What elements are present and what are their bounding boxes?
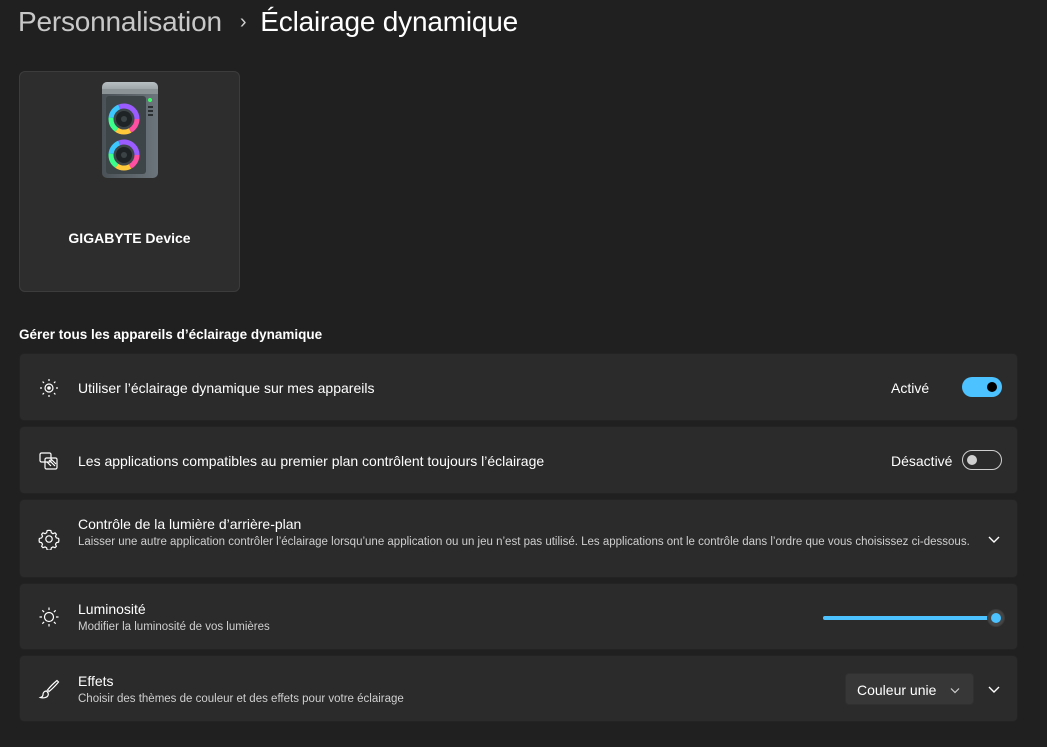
toggle-knob <box>987 382 997 392</box>
dynamic-lighting-settings-page: Personnalisation › Éclairage dynamique G… <box>0 0 1047 747</box>
effects-row[interactable]: Effets Choisir des thèmes de couleur et … <box>19 655 1018 722</box>
section-heading: Gérer tous les appareils d’éclairage dyn… <box>19 327 323 342</box>
chevron-down-icon <box>950 688 960 694</box>
page-title: Éclairage dynamique <box>260 6 518 37</box>
brightness-slider[interactable] <box>823 608 1005 628</box>
effects-label: Effets <box>78 673 114 689</box>
effects-dropdown-value: Couleur unie <box>857 682 937 698</box>
background-light-control-description: Laisser une autre application contrôler … <box>78 536 970 548</box>
use-dynamic-lighting-toggle[interactable] <box>962 377 1002 397</box>
use-dynamic-lighting-row[interactable]: Utiliser l’éclairage dynamique sur mes a… <box>19 353 1018 421</box>
device-name: GIGABYTE Device <box>68 230 191 246</box>
breadcrumb: Personnalisation › Éclairage dynamique <box>18 4 518 40</box>
chevron-down-icon[interactable] <box>986 531 1002 547</box>
chevron-down-icon[interactable] <box>986 681 1002 697</box>
effects-dropdown[interactable]: Couleur unie <box>845 673 974 705</box>
apps-lighting-icon <box>39 452 58 470</box>
background-light-control-row[interactable]: Contrôle de la lumière d’arrière-plan La… <box>19 499 1018 578</box>
effects-description: Choisir des thèmes de couleur et des eff… <box>78 693 404 705</box>
background-light-control-label: Contrôle de la lumière d’arrière-plan <box>78 516 302 532</box>
foreground-apps-control-state: Désactivé <box>891 453 953 469</box>
slider-thumb[interactable] <box>987 609 1005 627</box>
slider-fill <box>823 616 996 620</box>
sun-icon <box>39 607 59 627</box>
breadcrumb-separator-icon: › <box>239 10 247 33</box>
breadcrumb-personnalisation-link[interactable]: Personnalisation <box>18 6 222 38</box>
device-card[interactable]: GIGABYTE Device <box>19 71 240 292</box>
toggle-knob <box>967 455 977 465</box>
brightness-description: Modifier la luminosité de vos lumières <box>78 621 270 633</box>
gear-icon <box>38 529 60 550</box>
paintbrush-icon <box>38 679 60 699</box>
foreground-apps-control-row[interactable]: Les applications compatibles au premier … <box>19 426 1018 494</box>
foreground-apps-control-label: Les applications compatibles au premier … <box>78 453 545 469</box>
pc-tower-rgb-icon <box>102 82 158 178</box>
foreground-apps-control-toggle[interactable] <box>962 450 1002 470</box>
brightness-row: Luminosité Modifier la luminosité de vos… <box>19 583 1018 650</box>
dynamic-lighting-icon <box>40 379 58 397</box>
brightness-label: Luminosité <box>78 601 146 617</box>
use-dynamic-lighting-state: Activé <box>891 380 930 396</box>
use-dynamic-lighting-label: Utiliser l’éclairage dynamique sur mes a… <box>78 380 375 396</box>
